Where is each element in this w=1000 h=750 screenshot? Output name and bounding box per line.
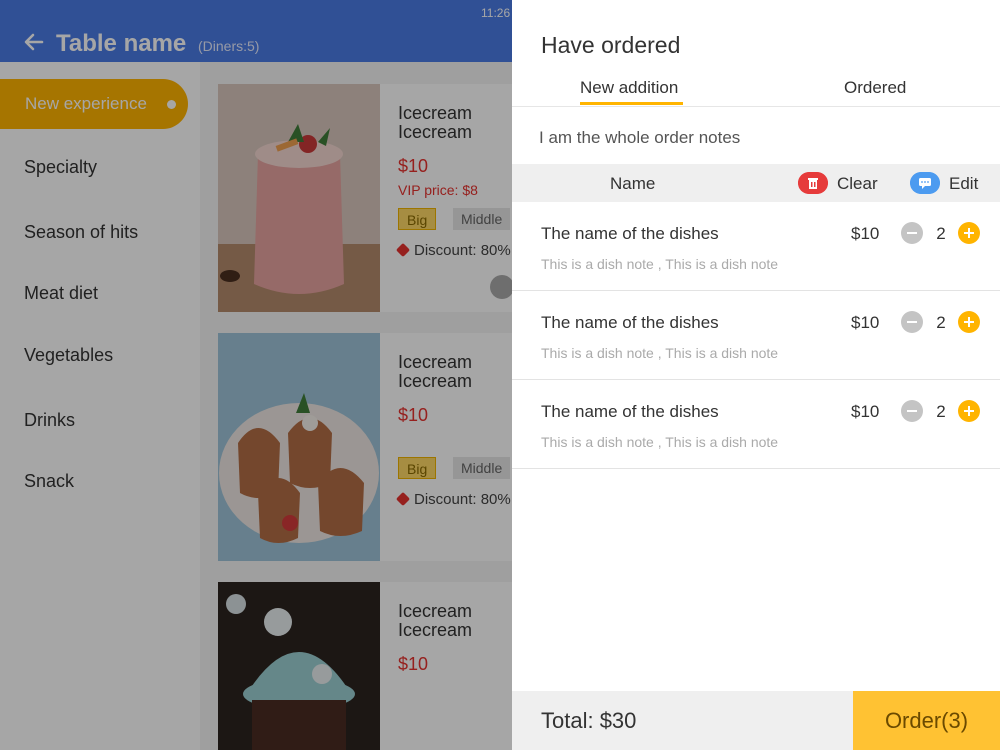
comment-icon bbox=[910, 172, 940, 194]
dish-name: The name of the dishes bbox=[541, 224, 719, 243]
panel-title: Have ordered bbox=[541, 32, 681, 58]
dish-quantity: 2 bbox=[936, 402, 946, 421]
dish-note: This is a dish note , This is a dish not… bbox=[541, 434, 779, 450]
clear-label: Clear bbox=[837, 174, 878, 193]
increase-quantity-button[interactable] bbox=[958, 400, 980, 422]
order-notes[interactable]: I am the whole order notes bbox=[539, 128, 740, 148]
tab-ordered[interactable]: Ordered bbox=[844, 78, 906, 98]
edit-label: Edit bbox=[949, 174, 979, 193]
dish-name: The name of the dishes bbox=[541, 313, 719, 332]
decrease-quantity-button[interactable] bbox=[901, 400, 923, 422]
dish-row: The name of the dishes This is a dish no… bbox=[512, 291, 1000, 380]
dish-name: The name of the dishes bbox=[541, 402, 719, 421]
dish-note: This is a dish note , This is a dish not… bbox=[541, 345, 779, 361]
dish-price: $10 bbox=[851, 402, 880, 421]
increase-quantity-button[interactable] bbox=[958, 222, 980, 244]
decrease-quantity-button[interactable] bbox=[901, 311, 923, 333]
order-button-label: Order(3) bbox=[884, 708, 969, 733]
tabs-divider bbox=[512, 106, 1000, 107]
increase-quantity-button[interactable] bbox=[958, 311, 980, 333]
dish-row: The name of the dishes This is a dish no… bbox=[512, 202, 1000, 291]
tab-new-addition[interactable]: New addition bbox=[580, 78, 678, 98]
active-tab-indicator bbox=[580, 102, 683, 105]
place-order-button[interactable]: Order(3) bbox=[853, 691, 1000, 750]
dish-price: $10 bbox=[851, 224, 880, 243]
order-panel: Have ordered New addition Ordered I am t… bbox=[512, 0, 1000, 750]
order-total: Total: $30 bbox=[541, 708, 637, 733]
order-list-header: Name Clear Edit bbox=[512, 164, 1000, 202]
dish-quantity: 2 bbox=[936, 313, 946, 332]
decrease-quantity-button[interactable] bbox=[901, 222, 923, 244]
dish-price: $10 bbox=[851, 313, 880, 332]
name-column-header: Name bbox=[610, 174, 656, 193]
dish-note: This is a dish note , This is a dish not… bbox=[541, 256, 779, 272]
dish-quantity: 2 bbox=[936, 224, 946, 243]
dish-row: The name of the dishes This is a dish no… bbox=[512, 380, 1000, 469]
trash-icon bbox=[798, 172, 828, 194]
order-footer: Total: $30 Order(3) bbox=[512, 691, 1000, 750]
